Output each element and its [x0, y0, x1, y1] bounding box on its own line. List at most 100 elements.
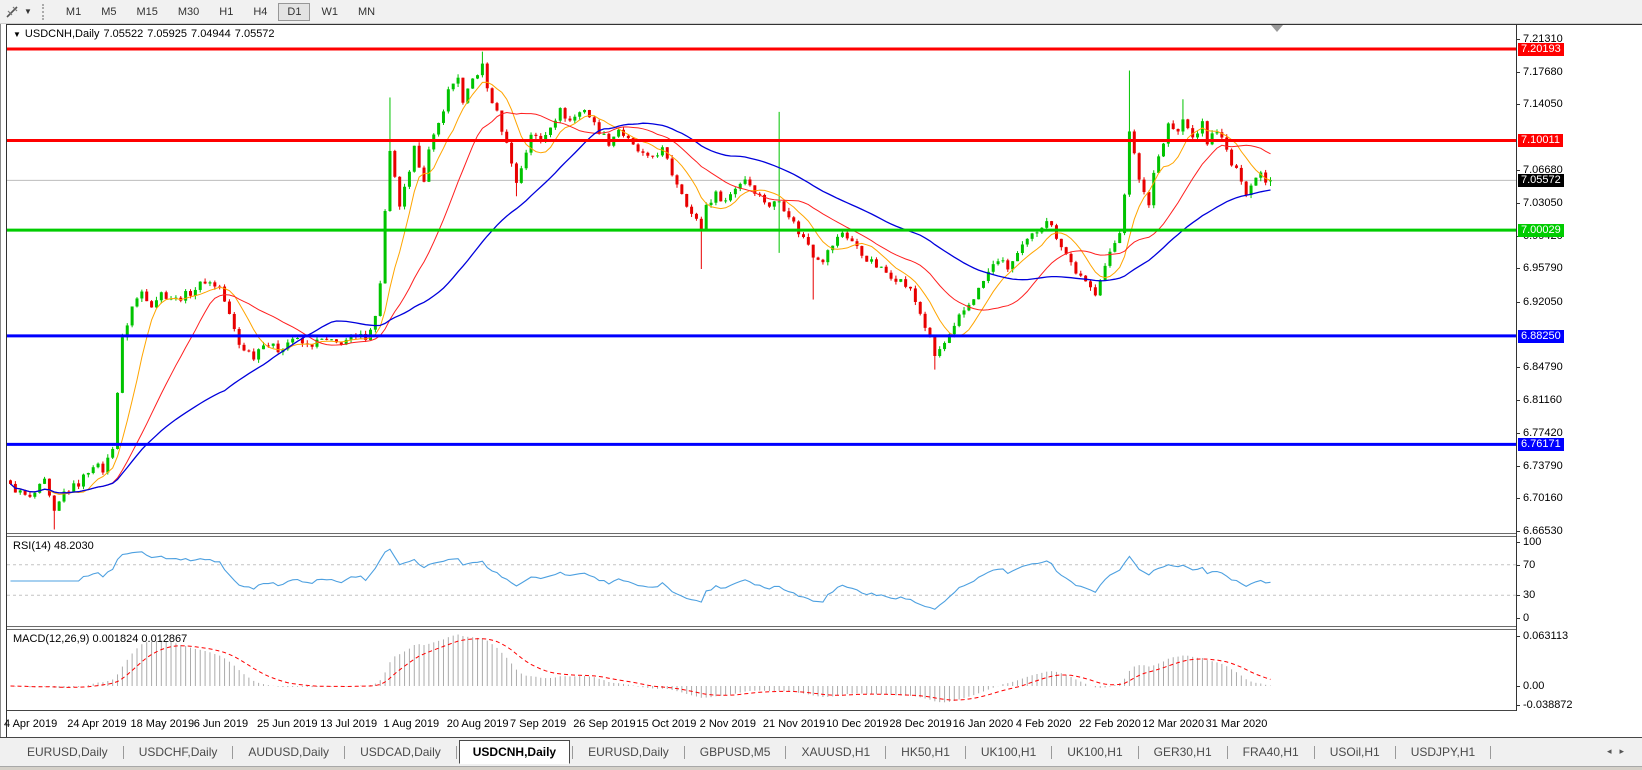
rsi-axis-label: 0: [1523, 612, 1529, 625]
chart-tab-eurusd-daily[interactable]: EURUSD,Daily: [14, 741, 121, 763]
chart-title: ▼USDCNH,Daily7.055227.059257.049447.0557…: [13, 28, 279, 40]
tab-divider: [123, 746, 124, 759]
timeframe-button-h4[interactable]: H4: [244, 3, 276, 21]
price-axis-label: 7.17680: [1523, 66, 1563, 79]
date-label: 15 Oct 2019: [636, 718, 696, 730]
rsi-canvas[interactable]: [7, 537, 1516, 626]
rsi-line: [11, 549, 1271, 609]
axis-tick-mark: [1516, 686, 1520, 687]
price-chart-canvas[interactable]: [7, 24, 1516, 533]
tab-divider: [684, 746, 685, 759]
axis-tick-mark: [1516, 268, 1520, 269]
status-strip: [0, 766, 1642, 770]
date-label: 1 Aug 2019: [383, 718, 439, 730]
macd-signal-line: [11, 639, 1271, 700]
tab-divider: [1138, 746, 1139, 759]
date-label: 31 Mar 2020: [1206, 718, 1268, 730]
moving-average-line-20: [11, 113, 1271, 493]
timeframe-button-m1[interactable]: M1: [57, 3, 90, 21]
axis-tick-mark: [1516, 466, 1520, 467]
axis-tick-mark: [1516, 104, 1520, 105]
date-label: 20 Aug 2019: [447, 718, 509, 730]
tab-divider: [232, 746, 233, 759]
timeframe-buttons: M1M5M15M30H1H4D1W1MN: [56, 3, 385, 21]
macd-canvas[interactable]: [7, 630, 1516, 710]
collapse-indicator-icon[interactable]: ▼: [13, 30, 21, 39]
timeframe-button-d1[interactable]: D1: [278, 3, 310, 21]
tab-divider: [344, 746, 345, 759]
axis-tick-mark: [1516, 170, 1520, 171]
chart-tab-uk100-h1[interactable]: UK100,H1: [1054, 741, 1135, 763]
rsi-axis-label: 100: [1523, 536, 1541, 549]
date-label: 13 Jul 2019: [320, 718, 377, 730]
cursor-tool-group[interactable]: ▼: [4, 4, 32, 20]
date-label: 28 Dec 2019: [889, 718, 951, 730]
tool-dropdown-caret-icon[interactable]: ▼: [24, 7, 32, 16]
axis-tick-mark: [1516, 400, 1520, 401]
macd-axis-label: 0.00: [1523, 680, 1544, 693]
chart-tab-hk50-h1[interactable]: HK50,H1: [888, 741, 963, 763]
crosshair-tool-icon[interactable]: [4, 4, 22, 20]
level-price-label: 7.20193: [1518, 43, 1564, 56]
price-chart-plot[interactable]: [7, 24, 1516, 533]
chart-tab-ger30-h1[interactable]: GER30,H1: [1141, 741, 1225, 763]
chart-tab-uk100-h1[interactable]: UK100,H1: [968, 741, 1049, 763]
chart-shift-marker-icon[interactable]: [1271, 25, 1283, 32]
level-price-label: 6.88250: [1518, 330, 1564, 343]
timeframe-button-m5[interactable]: M5: [92, 3, 125, 21]
tabs-scroll-left-icon[interactable]: ◂: [1607, 746, 1620, 756]
toolbar-grip[interactable]: [42, 4, 48, 20]
chart-tab-usdcnh-daily[interactable]: USDCNH,Daily: [459, 740, 570, 764]
price-axis-label: 6.70160: [1523, 492, 1563, 505]
timeframe-button-mn[interactable]: MN: [349, 3, 384, 21]
price-axis-label: 7.03050: [1523, 197, 1563, 210]
date-label: 18 May 2019: [130, 718, 194, 730]
axis-tick-mark: [1516, 203, 1520, 204]
rsi-indicator-plot[interactable]: RSI(14) 48.2030: [7, 537, 1516, 626]
macd-indicator-plot[interactable]: MACD(12,26,9) 0.001824 0.012867: [7, 630, 1516, 711]
timeframe-button-w1[interactable]: W1: [312, 3, 347, 21]
axis-tick-mark: [1516, 542, 1520, 543]
chart-tab-usdchf-daily[interactable]: USDCHF,Daily: [126, 741, 231, 763]
tab-divider: [785, 746, 786, 759]
macd-axis-label: -0.038872: [1523, 699, 1573, 712]
timeframe-button-m30[interactable]: M30: [169, 3, 208, 21]
level-price-label: 7.00029: [1518, 224, 1564, 237]
chart-tab-usdcad-daily[interactable]: USDCAD,Daily: [347, 741, 454, 763]
tabs-scroll-right-icon[interactable]: ▸: [1619, 746, 1632, 756]
chart-tab-eurusd-daily[interactable]: EURUSD,Daily: [575, 741, 682, 763]
chart-tab-gbpusd-m5[interactable]: GBPUSD,M5: [687, 741, 784, 763]
axis-tick-mark: [1516, 531, 1520, 532]
timeframe-button-h1[interactable]: H1: [210, 3, 242, 21]
rsi-axis-label: 70: [1523, 559, 1535, 572]
price-axis-label: 7.14050: [1523, 98, 1563, 111]
axis-tick-mark: [1516, 595, 1520, 596]
timeframe-button-m15[interactable]: M15: [127, 3, 166, 21]
tab-divider: [1314, 746, 1315, 759]
axis-tick-mark: [1516, 433, 1520, 434]
date-label: 4 Feb 2020: [1016, 718, 1072, 730]
level-price-label: 7.10011: [1518, 134, 1563, 147]
date-label: 26 Sep 2019: [573, 718, 635, 730]
tab-divider: [1051, 746, 1052, 759]
date-label: 12 Mar 2020: [1142, 718, 1204, 730]
axis-tick-mark: [1516, 39, 1520, 40]
chart-tab-usoil-h1[interactable]: USOil,H1: [1317, 741, 1393, 763]
price-axis-label: 6.81160: [1523, 394, 1562, 407]
axis-tick-mark: [1516, 705, 1520, 706]
tab-divider: [456, 746, 457, 759]
chart-tab-audusd-daily[interactable]: AUDUSD,Daily: [235, 741, 342, 763]
chart-tab-xauusd-h1[interactable]: XAUUSD,H1: [788, 741, 883, 763]
chart-tab-bar: EURUSD,DailyUSDCHF,DailyAUDUSD,DailyUSDC…: [0, 737, 1642, 766]
date-label: 2 Nov 2019: [700, 718, 756, 730]
chart-tab-usdjpy-h1[interactable]: USDJPY,H1: [1398, 741, 1488, 763]
chart-tab-fra40-h1[interactable]: FRA40,H1: [1230, 741, 1312, 763]
price-axis[interactable]: 7.213107.176807.140507.066807.030506.994…: [1517, 24, 1642, 714]
axis-tick-mark: [1516, 565, 1520, 566]
level-price-label: 6.76171: [1518, 438, 1564, 451]
tab-divider: [1490, 746, 1491, 759]
tab-divider: [885, 746, 886, 759]
price-axis-label: 6.95790: [1523, 262, 1563, 275]
date-axis[interactable]: 4 Apr 201924 Apr 201918 May 20196 Jun 20…: [7, 711, 1516, 737]
tab-divider: [572, 746, 573, 759]
